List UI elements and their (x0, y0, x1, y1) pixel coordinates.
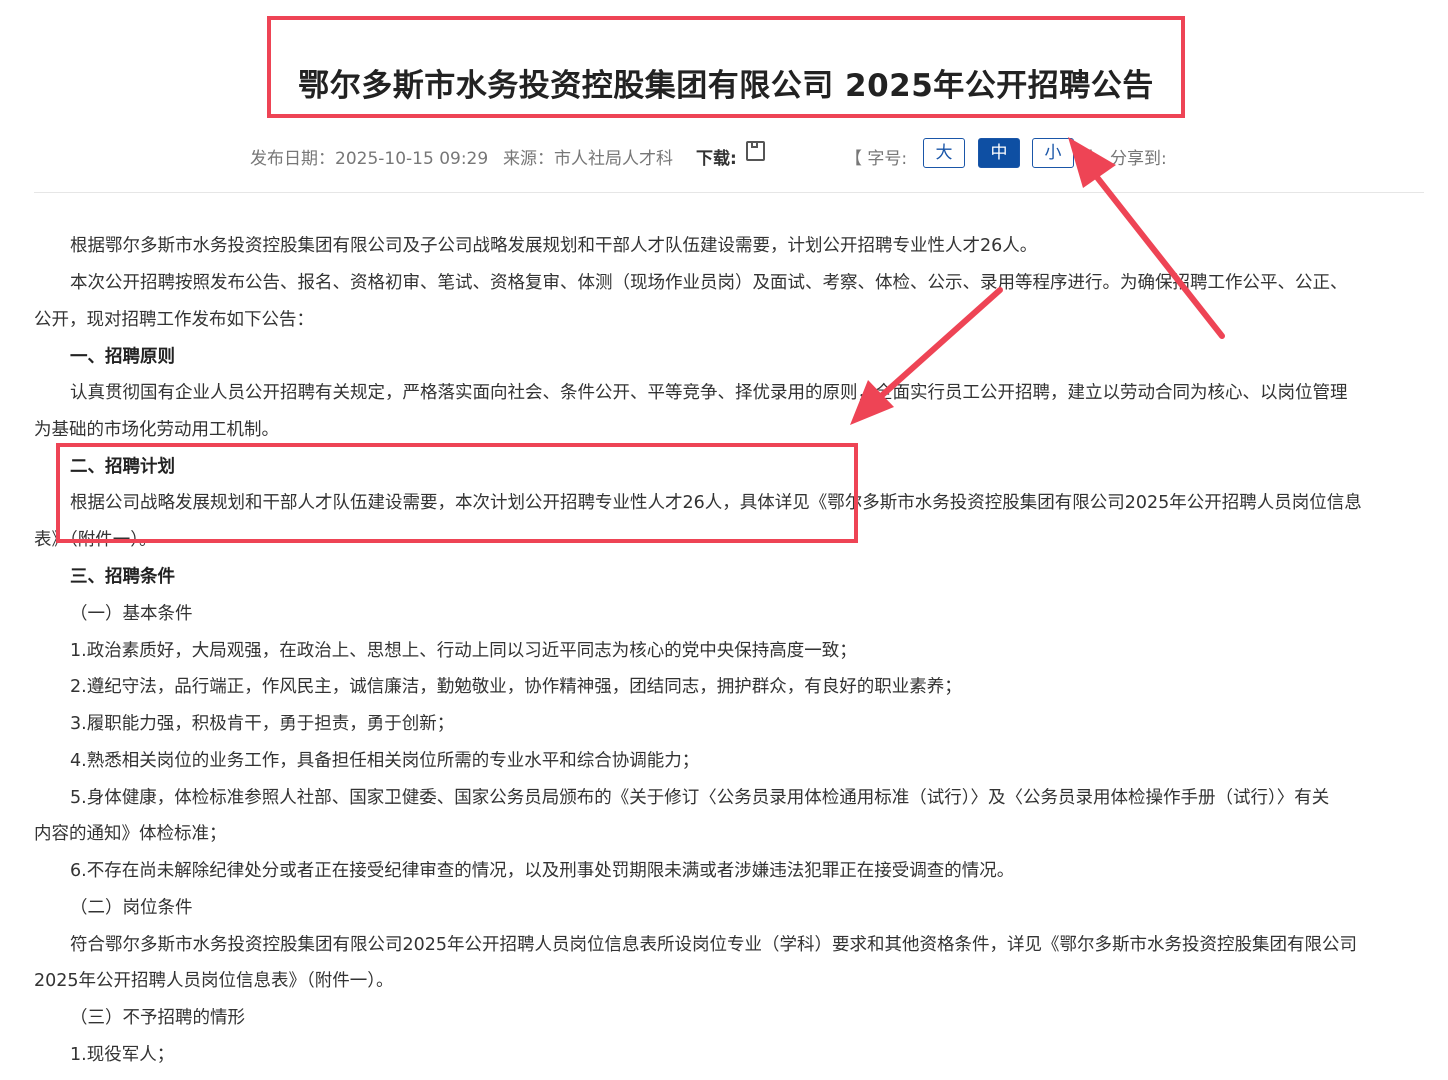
publish-date: 发布日期：2025-10-15 09:29 (250, 149, 489, 169)
list-item: 6.不存在尚未解除纪律处分或者正在接受纪律审查的情况，以及刑事处罚期限未满或者涉… (70, 861, 1015, 881)
font-size-label: 【 字号: (845, 149, 908, 169)
list-item: 3.履职能力强，积极肯干，勇于担责，勇于创新； (70, 714, 455, 734)
font-size-bracket-close: 】 (1086, 149, 1103, 169)
subsection-heading: （二）岗位条件 (70, 898, 193, 918)
paragraph-line: 符合鄂尔多斯市水务投资控股集团有限公司2025年公开招聘人员岗位信息表所设岗位专… (70, 935, 1358, 955)
list-item: 2.遵纪守法，品行端正，作风民主，诚信廉洁，勤勉敬业，协作精神强，团结同志，拥护… (70, 677, 962, 697)
subsection-heading: （三）不予招聘的情形 (70, 1008, 245, 1028)
font-size-small-button[interactable]: 小 (1032, 138, 1074, 168)
section-heading: 一、招聘原则 (70, 347, 175, 367)
paragraph-line: 2025年公开招聘人员岗位信息表》（附件一）。 (34, 971, 394, 991)
font-size-medium-button[interactable]: 中 (978, 138, 1020, 168)
paragraph-line: 为基础的市场化劳动用工机制。 (34, 420, 279, 440)
share-label[interactable]: 分享到: (1110, 144, 1167, 169)
meta-bar: 发布日期：2025-10-15 09:29 来源：市人社局人才科 下载: 【 字… (0, 140, 1448, 170)
section-heading: 三、招聘条件 (70, 567, 175, 587)
paragraph-line: 公开，现对招聘工作发布如下公告： (34, 310, 314, 330)
paragraph-line: 本次公开招聘按照发布公告、报名、资格初审、笔试、资格复审、体测（现场作业员岗）及… (70, 273, 1348, 293)
save-icon[interactable] (746, 141, 765, 161)
subsection-heading: （一）基本条件 (70, 604, 193, 624)
title-highlight-box: 鄂尔多斯市水务投资控股集团有限公司 2025年公开招聘公告 (267, 16, 1185, 118)
list-item: 1.现役军人； (70, 1045, 175, 1065)
list-item: 1.政治素质好，大局观强，在政治上、思想上、行动上同以习近平同志为核心的党中央保… (70, 641, 857, 661)
paragraph-line: 根据鄂尔多斯市水务投资控股集团有限公司及子公司战略发展规划和干部人才队伍建设需要… (70, 236, 1038, 256)
page-title: 鄂尔多斯市水务投资控股集团有限公司 2025年公开招聘公告 (298, 68, 1154, 104)
paragraph-line: 认真贯彻国有企业人员公开招聘有关规定，严格落实面向社会、条件公开、平等竞争、择优… (70, 383, 1348, 403)
plan-highlight-box (56, 443, 858, 543)
list-item-continued: 内容的通知》体检标准； (34, 824, 227, 844)
download-label: 下载: (696, 149, 737, 169)
list-item: 4.熟悉相关岗位的业务工作，具备担任相关岗位所需的专业水平和综合协调能力； (70, 751, 700, 771)
source: 来源：市人社局人才科 (503, 149, 673, 169)
divider (34, 192, 1424, 193)
font-size-large-button[interactable]: 大 (923, 138, 965, 168)
list-item: 5.身体健康，体检标准参照人社部、国家卫健委、国家公务员局颁布的《关于修订〈公务… (70, 788, 1330, 808)
